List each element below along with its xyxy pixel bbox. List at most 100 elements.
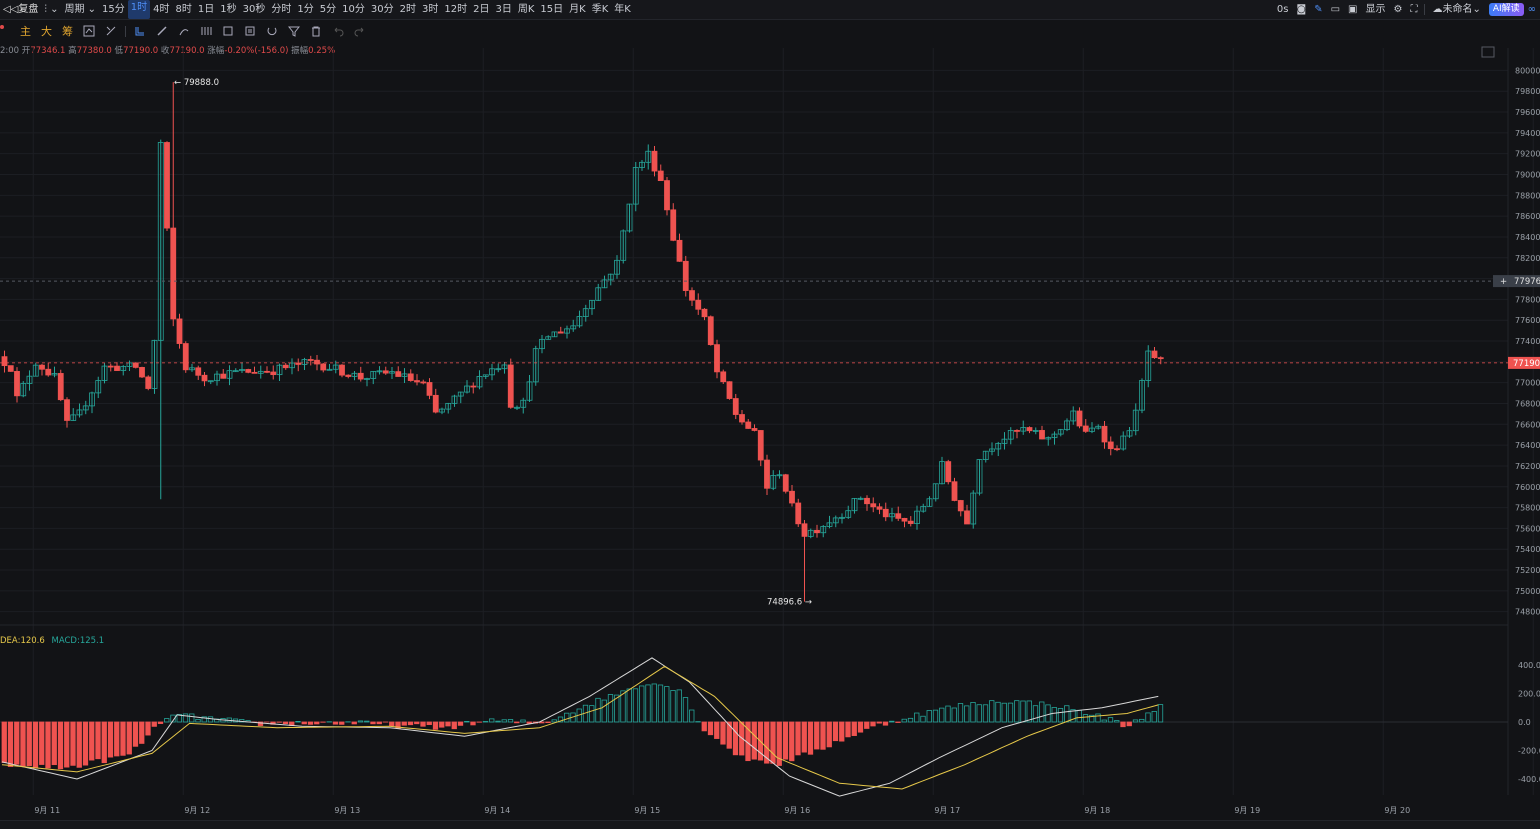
macd-bar bbox=[602, 700, 607, 722]
candle-body bbox=[727, 382, 732, 399]
macd-tick-label: 400.0 bbox=[1518, 661, 1540, 670]
price-tick-label: 76800. bbox=[1515, 399, 1540, 408]
macd-bar bbox=[21, 722, 26, 766]
axes: 74800.75000.75200.75400.75600.75800.7600… bbox=[34, 66, 1540, 815]
date-tick-label: 9月 20 bbox=[1384, 806, 1410, 815]
price-tick-label: 79400. bbox=[1515, 129, 1540, 138]
candle-body bbox=[265, 371, 270, 372]
macd-bar bbox=[1008, 703, 1013, 722]
macd-bar bbox=[1083, 715, 1088, 722]
price-chart[interactable]: 74800.75000.75200.75400.75600.75800.7600… bbox=[0, 0, 1540, 820]
candle-body bbox=[683, 261, 688, 290]
macd-bar bbox=[883, 722, 888, 725]
macd-bar bbox=[990, 701, 995, 722]
candle-body bbox=[508, 365, 513, 407]
macd-bar bbox=[58, 722, 63, 769]
macd-bar bbox=[827, 722, 832, 747]
candle-body bbox=[396, 372, 401, 377]
macd-bar bbox=[133, 722, 138, 746]
candle-body bbox=[665, 181, 670, 210]
macd-bar bbox=[752, 722, 757, 759]
date-tick-label: 9月 15 bbox=[634, 806, 660, 815]
macd-bar bbox=[1002, 703, 1007, 722]
candle-body bbox=[1152, 351, 1157, 358]
macd-bar bbox=[833, 722, 838, 741]
candle-body bbox=[1083, 426, 1088, 431]
macd-bar bbox=[727, 722, 732, 748]
candle-body bbox=[677, 240, 682, 261]
macd-bar bbox=[840, 722, 845, 741]
macd-bar bbox=[308, 722, 313, 724]
candle-body bbox=[952, 482, 957, 501]
macd-bar bbox=[121, 722, 126, 755]
macd-tick-label: -400.0 bbox=[1518, 775, 1540, 784]
candle-body bbox=[65, 400, 70, 421]
macd-bar bbox=[433, 722, 438, 729]
price-tick-label: 79200. bbox=[1515, 150, 1540, 159]
price-markers: +77976.77190.← 79888.074896.6 → bbox=[0, 47, 1540, 608]
candle-body bbox=[340, 365, 345, 375]
macd-bar bbox=[896, 722, 901, 723]
candle-body bbox=[108, 366, 113, 367]
macd-bar bbox=[183, 714, 188, 722]
macd-bar bbox=[471, 722, 476, 725]
price-tick-label: 77000. bbox=[1515, 379, 1540, 388]
candle-body bbox=[252, 372, 257, 373]
macd-bar bbox=[665, 687, 670, 722]
candle-body bbox=[877, 507, 882, 509]
candle-body bbox=[46, 369, 51, 375]
candle-body bbox=[746, 422, 751, 428]
macd-bar bbox=[102, 722, 107, 763]
macd-bar bbox=[402, 722, 407, 725]
candle-body bbox=[883, 509, 888, 517]
macd-bar bbox=[315, 722, 320, 724]
macd-bar bbox=[627, 689, 632, 722]
macd-bar bbox=[427, 722, 432, 725]
macd-bar bbox=[108, 722, 113, 757]
candle-body bbox=[146, 377, 151, 389]
macd-bar bbox=[296, 721, 301, 722]
date-tick-label: 9月 17 bbox=[934, 806, 960, 815]
price-tick-label: 79600. bbox=[1515, 108, 1540, 117]
macd-legend: DEA:120.6 MACD:125.1 bbox=[0, 636, 104, 646]
crosshair-plus-icon: + bbox=[1500, 277, 1507, 287]
candle-body bbox=[721, 372, 726, 382]
max-price-label: ← 79888.0 bbox=[174, 78, 219, 88]
macd-bar bbox=[852, 722, 857, 736]
macd-bar bbox=[1040, 702, 1045, 722]
candle-body bbox=[165, 142, 170, 228]
macd-bar bbox=[927, 710, 932, 722]
macd-bar bbox=[783, 722, 788, 759]
candle-body bbox=[246, 369, 251, 372]
price-tick-label: 74800. bbox=[1515, 608, 1540, 617]
candle-body bbox=[408, 374, 413, 381]
macd-bar bbox=[40, 722, 45, 764]
macd-bar bbox=[633, 689, 638, 722]
macd-bar bbox=[127, 722, 132, 754]
macd-bar bbox=[1102, 720, 1107, 722]
macd-bar bbox=[552, 720, 557, 722]
macd-bar bbox=[1108, 718, 1113, 722]
macd-bar bbox=[796, 722, 801, 755]
macd-bar bbox=[146, 722, 151, 735]
candle-body bbox=[1102, 426, 1107, 442]
macd-bar bbox=[1052, 707, 1057, 722]
price-tick-label: 75800. bbox=[1515, 504, 1540, 513]
grid bbox=[0, 48, 1533, 795]
candle-body bbox=[1077, 411, 1082, 426]
candle-body bbox=[758, 430, 763, 460]
expand-icon bbox=[1482, 47, 1494, 57]
macd-bar bbox=[596, 698, 601, 722]
macd-bar bbox=[390, 722, 395, 726]
macd-bar bbox=[377, 722, 382, 724]
candle-body bbox=[946, 462, 951, 482]
candle-body bbox=[1115, 449, 1120, 450]
macd-bar bbox=[815, 722, 820, 749]
candle-body bbox=[740, 415, 745, 422]
macd-bar bbox=[96, 722, 101, 759]
macd-bar bbox=[708, 722, 713, 735]
macd-bar bbox=[515, 722, 520, 723]
candle-body bbox=[196, 368, 201, 375]
macd-bar bbox=[715, 722, 720, 739]
macd-bar bbox=[958, 703, 963, 722]
